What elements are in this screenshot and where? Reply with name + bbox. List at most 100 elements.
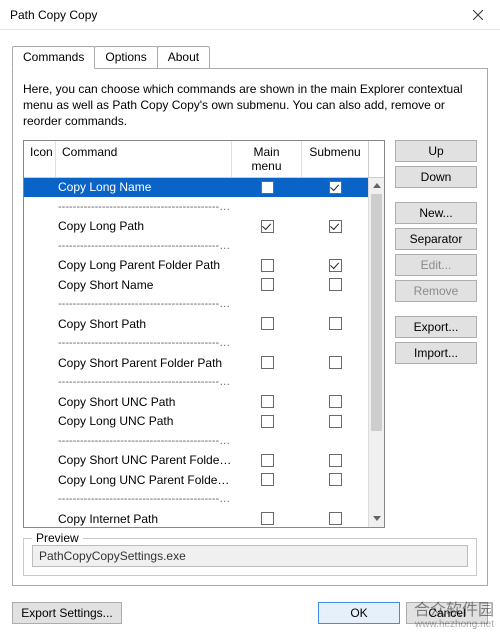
row-sub-cell <box>302 181 368 194</box>
export-button[interactable]: Export... <box>395 316 477 338</box>
down-button[interactable]: Down <box>395 166 477 188</box>
export-settings-button[interactable]: Export Settings... <box>12 602 122 624</box>
submenu-checkbox[interactable] <box>329 259 342 272</box>
header-main-menu[interactable]: Main menu <box>232 141 302 177</box>
main-menu-checkbox[interactable] <box>261 259 274 272</box>
header-command[interactable]: Command <box>56 141 232 177</box>
submenu-checkbox[interactable] <box>329 181 342 194</box>
grid-header: Icon Command Main menu Submenu <box>24 141 384 178</box>
submenu-checkbox[interactable] <box>329 473 342 486</box>
separator-row[interactable]: ----------------------------------------… <box>24 431 368 451</box>
submenu-checkbox[interactable] <box>329 278 342 291</box>
header-submenu[interactable]: Submenu <box>302 141 368 177</box>
row-command-cell: ----------------------------------------… <box>56 337 232 349</box>
table-row[interactable]: Copy Long UNC Path <box>24 412 368 432</box>
main-menu-checkbox[interactable] <box>261 454 274 467</box>
new-button[interactable]: New... <box>395 202 477 224</box>
separator-row[interactable]: ----------------------------------------… <box>24 490 368 510</box>
grid-rows: Copy Long Name --------------------------… <box>24 178 368 527</box>
submenu-checkbox[interactable] <box>329 512 342 525</box>
scroll-thumb[interactable] <box>371 194 382 432</box>
row-command-cell: Copy Short Parent Folder Path <box>56 356 232 370</box>
tab-panel-commands: Here, you can choose which commands are … <box>12 68 488 586</box>
separator-row[interactable]: ----------------------------------------… <box>24 236 368 256</box>
window-title: Path Copy Copy <box>10 8 456 22</box>
table-row[interactable]: Copy Short Parent Folder Path <box>24 353 368 373</box>
ok-button[interactable]: OK <box>318 602 400 624</box>
row-sub-cell <box>302 259 368 272</box>
import-button[interactable]: Import... <box>395 342 477 364</box>
row-main-cell <box>232 415 302 428</box>
row-command-cell: ----------------------------------------… <box>56 435 232 447</box>
submenu-checkbox[interactable] <box>329 220 342 233</box>
close-button[interactable] <box>456 0 500 30</box>
table-row[interactable]: Copy Internet Path <box>24 509 368 527</box>
main-menu-checkbox[interactable] <box>261 220 274 233</box>
table-row[interactable]: Copy Short Name <box>24 275 368 295</box>
submenu-checkbox[interactable] <box>329 317 342 330</box>
cancel-button[interactable]: Cancel <box>406 602 488 624</box>
table-row[interactable]: Copy Short Path <box>24 314 368 334</box>
chevron-down-icon <box>373 516 381 521</box>
row-sub-cell <box>302 278 368 291</box>
row-command-cell: Copy Long Path <box>56 219 232 233</box>
row-main-cell <box>232 454 302 467</box>
submenu-checkbox[interactable] <box>329 356 342 369</box>
tab-options[interactable]: Options <box>94 46 157 68</box>
scroll-down-button[interactable] <box>369 511 384 527</box>
row-sub-cell <box>302 395 368 408</box>
separator-row[interactable]: ----------------------------------------… <box>24 373 368 393</box>
separator-button[interactable]: Separator <box>395 228 477 250</box>
tab-commands[interactable]: Commands <box>12 46 95 69</box>
separator-row[interactable]: ----------------------------------------… <box>24 197 368 217</box>
vertical-scrollbar[interactable] <box>368 178 384 527</box>
row-command-cell: ----------------------------------------… <box>56 493 232 505</box>
chevron-up-icon <box>373 183 381 188</box>
row-sub-cell <box>302 473 368 486</box>
main-menu-checkbox[interactable] <box>261 512 274 525</box>
table-row[interactable]: Copy Short UNC Parent Folder Path <box>24 451 368 471</box>
main-menu-checkbox[interactable] <box>261 395 274 408</box>
submenu-checkbox[interactable] <box>329 415 342 428</box>
row-command-cell: ----------------------------------------… <box>56 240 232 252</box>
main-menu-checkbox[interactable] <box>261 278 274 291</box>
row-command-cell: Copy Internet Path <box>56 512 232 526</box>
preview-legend: Preview <box>32 531 83 545</box>
header-scroll-spacer <box>368 141 384 177</box>
main-menu-checkbox[interactable] <box>261 473 274 486</box>
submenu-checkbox[interactable] <box>329 454 342 467</box>
row-command-cell: Copy Long Name <box>56 180 232 194</box>
row-sub-cell <box>302 317 368 330</box>
table-row[interactable]: Copy Long Name <box>24 178 368 198</box>
separator-row[interactable]: ----------------------------------------… <box>24 334 368 354</box>
row-command-cell: Copy Long Parent Folder Path <box>56 258 232 272</box>
row-main-cell <box>232 259 302 272</box>
row-command-cell: ----------------------------------------… <box>56 376 232 388</box>
row-command-cell: Copy Long UNC Parent Folder Path <box>56 473 232 487</box>
row-main-cell <box>232 181 302 194</box>
row-command-cell: Copy Long UNC Path <box>56 414 232 428</box>
side-buttons: Up Down New... Separator Edit... Remove … <box>395 140 477 528</box>
description-text: Here, you can choose which commands are … <box>23 81 477 130</box>
table-row[interactable]: Copy Long Parent Folder Path <box>24 256 368 276</box>
table-row[interactable]: Copy Short UNC Path <box>24 392 368 412</box>
main-menu-checkbox[interactable] <box>261 356 274 369</box>
submenu-checkbox[interactable] <box>329 395 342 408</box>
main-menu-checkbox[interactable] <box>261 415 274 428</box>
close-icon <box>473 10 483 20</box>
main-menu-checkbox[interactable] <box>261 181 274 194</box>
edit-button[interactable]: Edit... <box>395 254 477 276</box>
preview-value: PathCopyCopySettings.exe <box>32 545 468 567</box>
scroll-track[interactable] <box>369 194 384 511</box>
up-button[interactable]: Up <box>395 140 477 162</box>
row-sub-cell <box>302 512 368 525</box>
table-row[interactable]: Copy Long UNC Parent Folder Path <box>24 470 368 490</box>
header-icon[interactable]: Icon <box>24 141 56 177</box>
scroll-up-button[interactable] <box>369 178 384 194</box>
main-menu-checkbox[interactable] <box>261 317 274 330</box>
table-row[interactable]: Copy Long Path <box>24 217 368 237</box>
tab-about[interactable]: About <box>157 46 210 68</box>
separator-row[interactable]: ----------------------------------------… <box>24 295 368 315</box>
remove-button[interactable]: Remove <box>395 280 477 302</box>
row-command-cell: Copy Short Name <box>56 278 232 292</box>
